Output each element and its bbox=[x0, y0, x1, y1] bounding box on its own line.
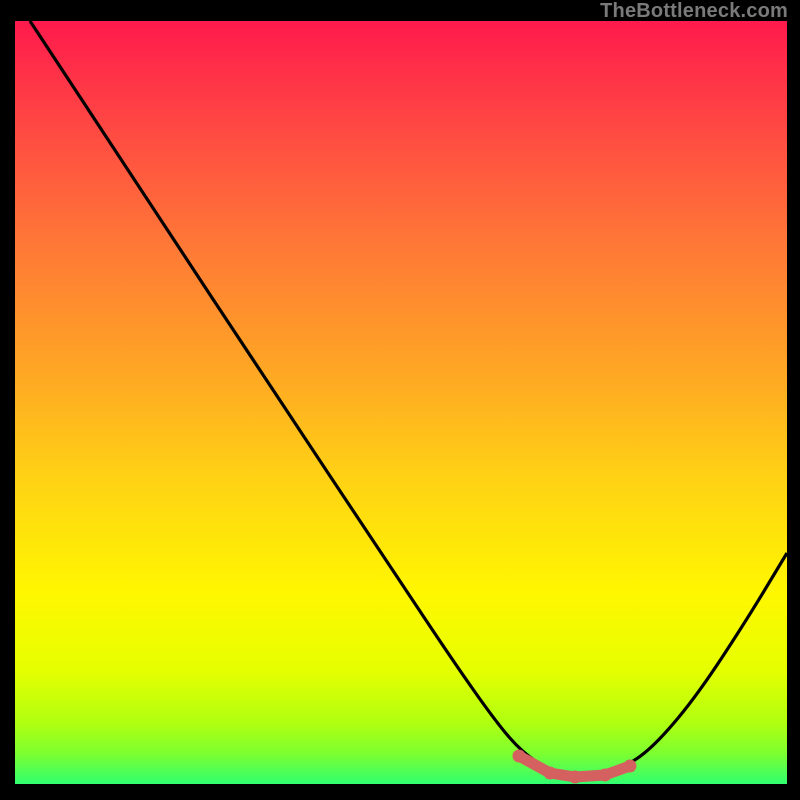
plot-area bbox=[15, 21, 787, 784]
attribution-text: TheBottleneck.com bbox=[600, 0, 788, 23]
curve-markers bbox=[15, 21, 787, 784]
chart-frame: TheBottleneck.com bbox=[0, 0, 800, 800]
